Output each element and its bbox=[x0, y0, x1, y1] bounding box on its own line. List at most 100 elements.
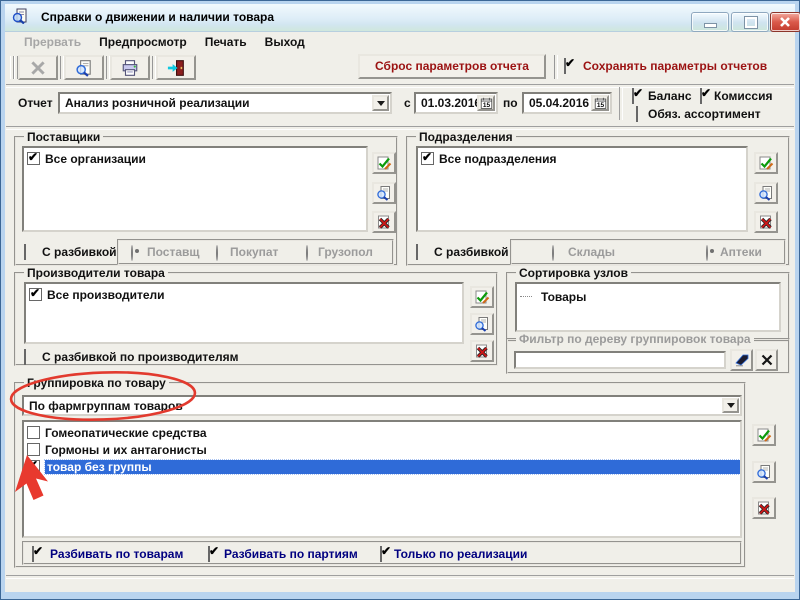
date-from-calendar-button[interactable] bbox=[477, 95, 495, 111]
date-from-value: 01.03.2016 bbox=[421, 96, 481, 110]
suppliers-select-button[interactable] bbox=[372, 152, 396, 174]
list-item[interactable]: товар без группы bbox=[24, 458, 740, 475]
suppliers-list[interactable]: Все организации bbox=[22, 146, 368, 232]
clear-x-icon bbox=[759, 352, 775, 368]
radio-consignee-label: Грузопол bbox=[318, 245, 373, 259]
departments-group: Подразделения Все подразделения С разбив… bbox=[406, 136, 790, 266]
delete-x-icon bbox=[756, 500, 772, 516]
exit-button[interactable] bbox=[156, 55, 196, 80]
tree-filter-apply-button[interactable] bbox=[730, 349, 753, 371]
departments-radio-panel: Склады Аптеки bbox=[510, 239, 786, 265]
item-checkbox[interactable] bbox=[27, 426, 40, 439]
list-item[interactable]: Все производители bbox=[26, 284, 462, 303]
date-from-field[interactable]: 01.03.2016 bbox=[414, 92, 498, 114]
close-button[interactable] bbox=[770, 12, 800, 32]
menu-item-exit[interactable]: Выход bbox=[256, 33, 314, 51]
assortment-checkbox[interactable] bbox=[636, 106, 638, 122]
grouping-combobox-dropdown-button[interactable] bbox=[722, 398, 739, 413]
grouping-list[interactable]: Гомеопатические средства Гормоны и их ан… bbox=[22, 420, 742, 538]
departments-breakdown-checkbox[interactable] bbox=[416, 244, 418, 260]
print-button[interactable] bbox=[110, 55, 150, 80]
only-sales-checkbox[interactable] bbox=[380, 546, 382, 562]
list-item[interactable]: Гормоны и их антагонисты bbox=[24, 441, 740, 458]
preview-icon bbox=[75, 59, 93, 77]
radio-buyer-label: Покупат bbox=[230, 245, 278, 259]
maximize-icon bbox=[745, 17, 757, 28]
item-checkbox[interactable] bbox=[27, 460, 40, 473]
departments-delete-button[interactable] bbox=[754, 211, 778, 233]
report-combobox[interactable]: Анализ розничной реализации bbox=[58, 92, 392, 114]
departments-find-button[interactable] bbox=[754, 182, 778, 204]
date-to-label: по bbox=[503, 96, 518, 110]
suppliers-breakdown-checkbox[interactable] bbox=[24, 244, 26, 260]
departments-list[interactable]: Все подразделения bbox=[416, 146, 748, 232]
grouping-combobox[interactable]: По фармгруппам товаров bbox=[22, 395, 742, 416]
manufacturers-select-button[interactable] bbox=[470, 286, 494, 308]
list-item-label: Гомеопатические средства bbox=[45, 426, 207, 440]
departments-select-button[interactable] bbox=[754, 152, 778, 174]
radio-pharmacies-label: Аптеки bbox=[720, 245, 762, 259]
date-to-field[interactable]: 05.04.2016 bbox=[522, 92, 612, 114]
report-combobox-value: Анализ розничной реализации bbox=[65, 96, 250, 110]
minimize-button[interactable] bbox=[691, 12, 729, 32]
tree-branch-icon bbox=[520, 296, 532, 297]
manufacturers-find-button[interactable] bbox=[470, 313, 494, 335]
list-item[interactable]: Гомеопатические средства bbox=[24, 422, 740, 441]
menubar: Прервать Предпросмотр Печать Выход bbox=[5, 32, 795, 52]
suppliers-find-button[interactable] bbox=[372, 182, 396, 204]
menu-item-print[interactable]: Печать bbox=[196, 33, 256, 51]
balance-checkbox[interactable] bbox=[632, 88, 634, 104]
report-combobox-dropdown-button[interactable] bbox=[372, 95, 389, 111]
radio-supplier bbox=[131, 245, 133, 261]
maximize-button[interactable] bbox=[731, 12, 769, 32]
find-doc-icon bbox=[756, 464, 772, 480]
check-edit-icon bbox=[376, 155, 392, 171]
date-to-calendar-button[interactable] bbox=[591, 95, 609, 111]
split-by-batches-checkbox[interactable] bbox=[208, 546, 210, 562]
suppliers-group: Поставщики Все организации С разбивкой П… bbox=[14, 136, 398, 266]
tree-filter-group-title: Фильтр по дереву группировок товара bbox=[516, 332, 754, 346]
chevron-down-icon bbox=[727, 403, 735, 412]
suppliers-delete-button[interactable] bbox=[372, 211, 396, 233]
calendar-icon bbox=[480, 97, 493, 110]
departments-group-title: Подразделения bbox=[416, 130, 516, 144]
manufacturers-delete-button[interactable] bbox=[470, 340, 494, 362]
grouping-select-button[interactable] bbox=[752, 424, 776, 446]
window-title: Справки о движении и наличии товара bbox=[41, 10, 274, 24]
commission-checkbox[interactable] bbox=[700, 88, 702, 104]
item-checkbox[interactable] bbox=[27, 443, 40, 456]
save-params-checkbox[interactable] bbox=[564, 58, 566, 74]
tree-filter-input[interactable] bbox=[514, 351, 726, 369]
list-item-label: Все производители bbox=[47, 288, 165, 302]
check-edit-icon bbox=[474, 289, 490, 305]
manufacturers-group: Производители товара Все производители С… bbox=[14, 272, 498, 366]
menu-item-preview[interactable]: Предпросмотр bbox=[90, 33, 196, 51]
only-sales-label: Только по реализации bbox=[394, 547, 527, 561]
radio-warehouses bbox=[552, 245, 554, 261]
footer-options-panel: Разбивать по товарам Разбивать по партия… bbox=[22, 541, 742, 565]
list-item-label: Все подразделения bbox=[439, 152, 557, 166]
list-item[interactable]: Все подразделения bbox=[418, 148, 746, 167]
reset-report-params-button[interactable]: Сброс параметров отчета bbox=[358, 54, 546, 79]
divider bbox=[6, 575, 794, 579]
list-item[interactable]: Все организации bbox=[24, 148, 366, 167]
manufacturers-breakdown-checkbox[interactable] bbox=[24, 349, 26, 365]
manufacturers-list[interactable]: Все производители bbox=[24, 282, 464, 344]
tree-filter-clear-button[interactable] bbox=[755, 349, 778, 371]
tree-item-label: Товары bbox=[541, 290, 586, 304]
tree-item[interactable]: Товары bbox=[517, 284, 779, 305]
preview-button[interactable] bbox=[64, 55, 104, 80]
node-sorting-tree[interactable]: Товары bbox=[515, 282, 781, 332]
check-edit-icon bbox=[756, 427, 772, 443]
grouping-find-button[interactable] bbox=[752, 461, 776, 483]
chevron-down-icon bbox=[377, 101, 385, 110]
item-checkbox[interactable] bbox=[27, 152, 40, 165]
date-from-label: с bbox=[404, 96, 411, 110]
grouping-delete-button[interactable] bbox=[752, 497, 776, 519]
item-checkbox[interactable] bbox=[29, 288, 42, 301]
split-by-goods-checkbox[interactable] bbox=[32, 546, 34, 562]
menu-item-abort: Прервать bbox=[15, 33, 90, 51]
manufacturers-breakdown-label: С разбивкой по производителям bbox=[42, 350, 238, 364]
save-params-label: Сохранять параметры отчетов bbox=[583, 59, 767, 73]
item-checkbox[interactable] bbox=[421, 152, 434, 165]
